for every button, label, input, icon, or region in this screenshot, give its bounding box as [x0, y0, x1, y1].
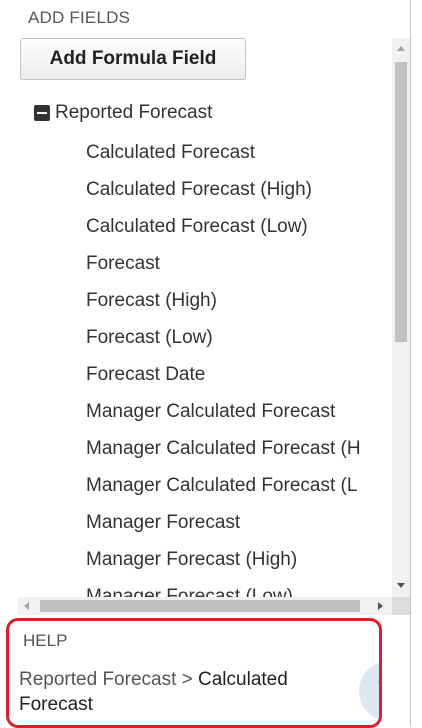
- tree-item-manager-forecast-high[interactable]: Manager Forecast (High): [86, 541, 361, 578]
- tree-item-manager-calculated-forecast-high[interactable]: Manager Calculated Forecast (H: [86, 430, 361, 467]
- tree-item-manager-forecast-low[interactable]: Manager Forecast (Low): [86, 578, 361, 597]
- scroll-left-icon[interactable]: [24, 602, 29, 610]
- tree-children: Calculated Forecast Calculated Forecast …: [86, 134, 361, 597]
- horizontal-scrollbar[interactable]: [18, 597, 392, 615]
- tree-node-label: Reported Forecast: [55, 102, 213, 123]
- tree-item-manager-calculated-forecast-low[interactable]: Manager Calculated Forecast (L: [86, 467, 361, 504]
- tree-item-forecast[interactable]: Forecast: [86, 245, 361, 282]
- tree-item-manager-calculated-forecast[interactable]: Manager Calculated Forecast: [86, 393, 361, 430]
- field-tree: Reported Forecast Calculated Forecast Ca…: [18, 94, 392, 597]
- tree-item-forecast-high[interactable]: Forecast (High): [86, 282, 361, 319]
- vertical-scrollbar[interactable]: [392, 38, 410, 597]
- scroll-down-icon[interactable]: [397, 583, 405, 588]
- help-section: HELP ? Reported Forecast > Calculated Fo…: [6, 618, 382, 728]
- tree-item-calculated-forecast-high[interactable]: Calculated Forecast (High): [86, 171, 361, 208]
- scroll-corner: [392, 597, 410, 615]
- help-separator: >: [176, 669, 199, 690]
- help-path: Reported Forecast: [19, 669, 177, 690]
- add-fields-panel: ADD FIELDS Add Formula Field Reported Fo…: [0, 0, 411, 728]
- tree-node-reported-forecast[interactable]: Reported Forecast: [34, 102, 212, 124]
- vertical-scroll-thumb[interactable]: [395, 62, 407, 342]
- tree-item-forecast-date[interactable]: Forecast Date: [86, 356, 361, 393]
- help-title: HELP: [23, 631, 68, 650]
- help-description: Reported Forecast > Calculated Forecast: [19, 667, 359, 717]
- tree-item-forecast-low[interactable]: Forecast (Low): [86, 319, 361, 356]
- collapse-icon[interactable]: [34, 105, 50, 121]
- tree-item-calculated-forecast-low[interactable]: Calculated Forecast (Low): [86, 208, 361, 245]
- tree-item-manager-forecast[interactable]: Manager Forecast: [86, 504, 361, 541]
- horizontal-scroll-thumb[interactable]: [40, 600, 360, 612]
- scroll-up-icon[interactable]: [397, 46, 405, 51]
- scroll-right-icon[interactable]: [378, 602, 383, 610]
- add-fields-header: ADD FIELDS: [28, 8, 131, 27]
- tree-item-calculated-forecast[interactable]: Calculated Forecast: [86, 134, 361, 171]
- add-formula-field-button[interactable]: Add Formula Field: [20, 38, 246, 80]
- question-icon: ?: [359, 661, 379, 721]
